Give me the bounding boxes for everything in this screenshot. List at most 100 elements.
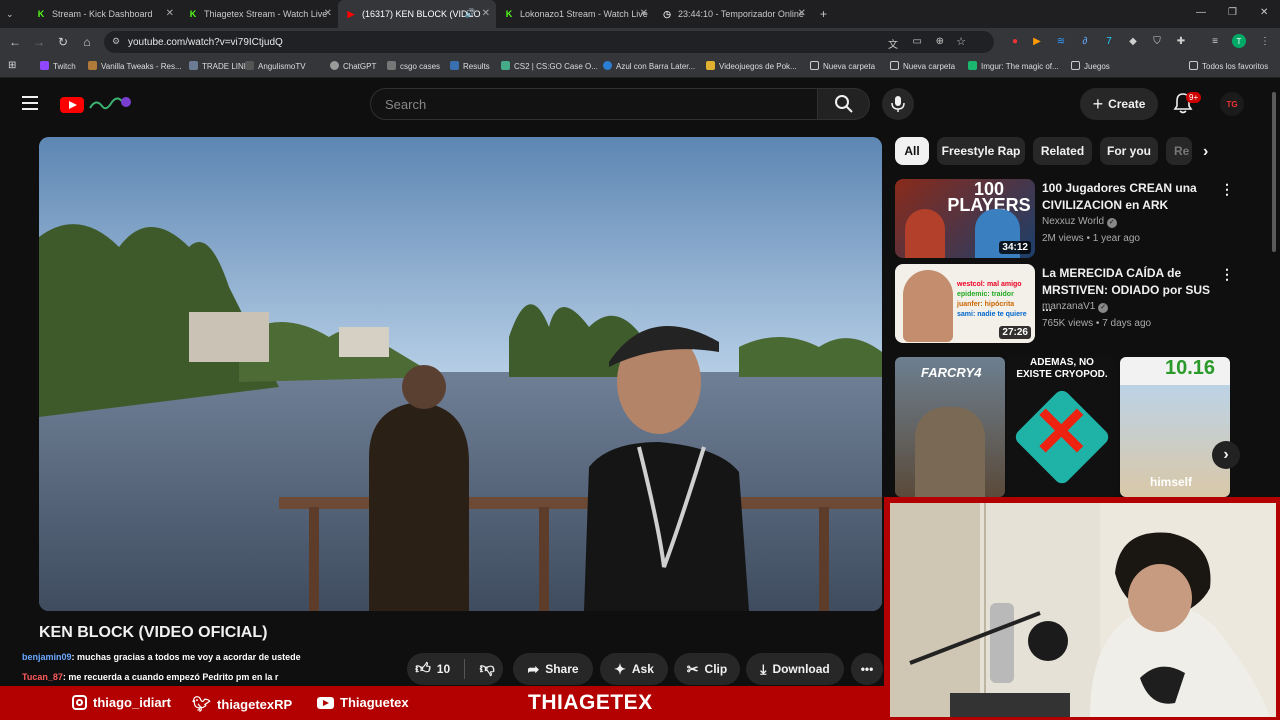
window-close-button[interactable]: ✕	[1260, 7, 1268, 18]
video-player[interactable]	[39, 137, 882, 611]
sparkle-icon: ✦	[614, 660, 626, 677]
bookmark-folder-juegos[interactable]: Juegos	[1071, 61, 1110, 71]
tab-title: Lokonazo1 Stream - Watch Live	[520, 9, 648, 19]
more-actions-button[interactable]: •••	[851, 653, 883, 685]
site-info-icon[interactable]: ⚙	[112, 36, 120, 47]
chip-related[interactable]: Related	[1033, 137, 1092, 165]
chip-all[interactable]: All	[895, 137, 929, 165]
share-button[interactable]: ➦ Share	[513, 653, 593, 685]
extension-wave-icon[interactable]: ≋	[1054, 34, 1068, 48]
video-duration: 34:12	[999, 241, 1031, 254]
webcam-overlay	[884, 497, 1280, 720]
youtube-header: Search + Create 9+ TG	[0, 80, 1280, 128]
dislike-button[interactable]: 👎︎	[471, 660, 503, 678]
create-button[interactable]: + Create	[1080, 88, 1158, 120]
tab-thiagetex-stream[interactable]: K Thiagetex Stream - Watch Live ✕	[180, 0, 338, 28]
apps-grid-icon[interactable]: ⊞	[8, 60, 16, 71]
recommendation-thumbnail[interactable]: westcol: mal amigo epidemic: traidor jua…	[895, 264, 1035, 343]
reload-button[interactable]: ↻	[52, 31, 74, 53]
extension-red-icon[interactable]: ●	[1008, 34, 1022, 48]
more-vertical-icon[interactable]: ⋮	[1220, 266, 1234, 283]
voice-search-button[interactable]	[882, 88, 914, 120]
tab-youtube-ken-block[interactable]: ▶ (16317) KEN BLOCK (VIDEO 🔊 ✕	[338, 0, 496, 28]
bookmark-folder-nueva-carpeta-1[interactable]: Nueva carpeta	[810, 61, 875, 71]
audio-icon: 🔊	[464, 8, 476, 18]
bookmark-azul-barra[interactable]: Azul con Barra Later...	[603, 61, 695, 71]
close-icon[interactable]: ✕	[324, 8, 332, 19]
tab-temporizador[interactable]: ◷ 23:44:10 - Temporizador Online ✕	[654, 0, 812, 28]
webcam-feed	[890, 503, 1276, 717]
bookmark-vanilla-tweaks[interactable]: Vanilla Tweaks - Res...	[88, 61, 182, 71]
hamburger-menu-icon[interactable]	[22, 96, 38, 110]
youtube-logo[interactable]	[60, 94, 136, 116]
clip-button[interactable]: ✂ Clip	[674, 653, 740, 685]
youtube-icon	[317, 696, 334, 709]
ask-button[interactable]: ✦ Ask	[600, 653, 668, 685]
like-button[interactable]: 👍︎ 10	[407, 660, 458, 678]
back-button[interactable]: ←	[4, 31, 26, 53]
youtube-handle: Thiaguetex	[317, 695, 409, 710]
close-icon[interactable]: ✕	[166, 8, 174, 19]
bookmark-trade-link[interactable]: TRADE LINK	[189, 61, 249, 71]
home-button[interactable]: ⌂	[76, 31, 98, 53]
cast-icon[interactable]: ▭	[913, 36, 922, 47]
tab-lokonazo-stream[interactable]: K Lokonazo1 Stream - Watch Live ✕	[496, 0, 654, 28]
recommendation-meta: 765K views • 7 days ago	[1042, 318, 1152, 329]
translate-icon[interactable]: 文	[888, 36, 898, 51]
tab-search-button[interactable]: ⌄	[0, 0, 24, 28]
more-vertical-icon[interactable]: ⋮	[1220, 181, 1234, 198]
bookmark-cs2-case[interactable]: CS2 | CS:GO Case O...	[501, 61, 598, 71]
browser-menu-icon[interactable]: ⋮	[1258, 34, 1272, 48]
thumbs-down-icon: 👎︎	[479, 660, 495, 677]
profile-avatar[interactable]: T	[1232, 34, 1246, 48]
twitter-icon: 🐦︎	[192, 696, 212, 713]
short-thumbnail[interactable]: ADEMÁS, NO EXISTE CRYOPOD. ✕	[1007, 357, 1117, 497]
bookmark-videojuegos-pok[interactable]: Videojuegos de Pok...	[706, 61, 797, 71]
search-input[interactable]: Search	[370, 88, 818, 120]
instagram-handle: thiago_idiart	[72, 695, 171, 710]
shorts-next-button[interactable]: ›	[1212, 441, 1240, 469]
bookmark-imgur[interactable]: Imgur: The magic of...	[968, 61, 1059, 71]
bookmark-angulismotv[interactable]: AngulismoTV	[245, 61, 306, 71]
extensions-puzzle-icon[interactable]: ✚	[1174, 34, 1188, 48]
thumbs-up-icon: 👍︎	[415, 660, 431, 677]
bookmark-star-icon[interactable]: ☆	[956, 35, 966, 48]
forward-button[interactable]: →	[28, 31, 50, 53]
extension-blue-icon[interactable]: ∂	[1078, 34, 1092, 48]
short-thumbnail[interactable]: FARCRY4	[895, 357, 1005, 497]
bookmark-csgo-cases[interactable]: csgo cases	[387, 61, 440, 71]
chip-for-you[interactable]: For you	[1100, 137, 1158, 165]
new-tab-button[interactable]: +	[812, 0, 836, 28]
reading-list-icon[interactable]: ≡	[1208, 34, 1222, 48]
chip-recently-uploaded[interactable]: Re	[1166, 137, 1192, 165]
short-thumbnail[interactable]: 10.16 himself	[1120, 357, 1230, 497]
channel-name[interactable]: manzanaV1 ✓	[1042, 301, 1109, 313]
bookmark-folder-nueva-carpeta-2[interactable]: Nueva carpeta	[890, 61, 955, 71]
tab-title: (16317) KEN BLOCK (VIDEO	[362, 9, 481, 19]
channel-name[interactable]: Nexxuz World ✓	[1042, 216, 1117, 228]
extension-diamond-icon[interactable]: ◆	[1126, 34, 1140, 48]
bookmark-results[interactable]: Results	[450, 61, 490, 71]
bookmark-chatgpt[interactable]: ChatGPT	[330, 61, 376, 71]
minimize-button[interactable]: —	[1196, 7, 1206, 18]
url-bar[interactable]: ⚙ youtube.com/watch?v=vi79ICtjudQ 文 ▭ ⊕ …	[104, 31, 994, 53]
account-avatar[interactable]: TG	[1220, 92, 1244, 116]
extension-play-icon[interactable]: ▶	[1030, 34, 1044, 48]
bookmark-folder-todos[interactable]: Todos los favoritos	[1189, 61, 1268, 71]
chevron-right-icon[interactable]: ›	[1203, 143, 1208, 161]
close-icon[interactable]: ✕	[482, 8, 490, 19]
close-icon[interactable]: ✕	[640, 8, 648, 19]
recommendation-title[interactable]: 100 Jugadores CREAN una CIVILIZACION en …	[1042, 180, 1212, 214]
bookmark-twitch[interactable]: Twitch	[40, 61, 76, 71]
close-icon[interactable]: ✕	[798, 8, 806, 19]
page-scrollbar[interactable]	[1272, 92, 1276, 252]
chip-freestyle-rap[interactable]: Freestyle Rap	[937, 137, 1025, 165]
zoom-icon[interactable]: ⊕	[936, 36, 944, 47]
search-button[interactable]	[818, 88, 870, 120]
tab-kick-dashboard[interactable]: K Stream - Kick Dashboard ✕	[28, 0, 180, 28]
recommendation-thumbnail[interactable]: 100 PLAYERS 34:12	[895, 179, 1035, 258]
extension-seven-icon[interactable]: 7	[1102, 34, 1116, 48]
extension-shield-icon[interactable]: ⛉	[1150, 34, 1164, 48]
restore-button[interactable]: ❐	[1228, 7, 1237, 18]
download-button[interactable]: ⤓ Download	[746, 653, 844, 685]
